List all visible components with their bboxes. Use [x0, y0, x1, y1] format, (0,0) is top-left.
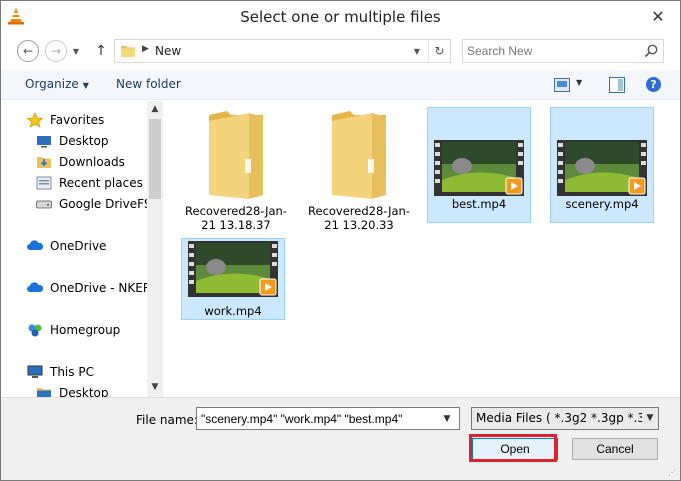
navigation-bar: ← → ▼ ↑ ▶ New ▼ ↻ [1, 34, 680, 68]
preview-pane-button[interactable] [609, 77, 625, 93]
file-item[interactable]: work.mp4 [181, 238, 285, 320]
folder-icon [121, 46, 135, 57]
refresh-button[interactable]: ↻ [428, 40, 450, 62]
file-list-view: Recovered28-Jan-21 13.18.37 Recovered28-… [164, 101, 680, 397]
scroll-thumb[interactable] [149, 119, 161, 199]
chevron-down-icon: ▼ [151, 382, 159, 392]
folder-icon [332, 111, 386, 199]
scroll-up-button[interactable]: ▲ [147, 101, 163, 117]
sidebar-item-recent-places[interactable]: Recent places [35, 173, 143, 193]
file-name: work.mp4 [204, 304, 262, 318]
file-name-label: File name: [136, 413, 198, 427]
sidebar-scrollbar[interactable]: ▲ ▼ [147, 101, 163, 397]
sidebar-item-desktop-pc[interactable]: Desktop [35, 383, 109, 397]
sidebar-item-onedrive-nker[interactable]: OneDrive - NKER [26, 278, 151, 298]
breadcrumb-separator-icon: ▶ [142, 44, 149, 54]
homegroup-icon [28, 324, 42, 337]
command-toolbar: Organize ▼ New folder ▼ ? [1, 70, 680, 100]
folder-icon [37, 388, 51, 397]
file-name: Recovered28-Jan-21 13.18.37 [185, 204, 287, 232]
search-box[interactable] [462, 39, 664, 63]
close-icon: ✕ [651, 6, 665, 26]
view-options-chevron-icon[interactable]: ▼ [576, 78, 582, 87]
sidebar-item-this-pc[interactable]: This PC [26, 362, 94, 382]
star-icon [26, 112, 44, 128]
window-title: Select one or multiple files [240, 8, 441, 26]
chevron-down-icon: ▼ [413, 46, 421, 56]
sidebar-item-favorites[interactable]: Favorites [26, 110, 104, 130]
organize-button[interactable]: Organize ▼ [25, 77, 89, 91]
address-bar[interactable]: ▶ New ▼ ↻ [114, 39, 451, 63]
up-button[interactable]: ↑ [93, 42, 109, 60]
close-button[interactable]: ✕ [646, 6, 670, 26]
navigation-pane: Favorites Desktop Downloads Recent place… [1, 101, 163, 397]
video-thumbnail-icon [188, 241, 278, 297]
forward-button[interactable]: → [45, 40, 67, 62]
back-arrow-icon: ← [22, 44, 34, 58]
chevron-down-icon: ▼ [72, 46, 80, 56]
refresh-icon: ↻ [434, 44, 445, 58]
folder-icon [209, 111, 263, 199]
desktop-icon [37, 136, 51, 148]
chevron-down-icon: ▼ [443, 413, 451, 424]
file-name: scenery.mp4 [565, 197, 639, 211]
sidebar-item-homegroup[interactable]: Homegroup [26, 320, 120, 340]
sidebar-item-desktop[interactable]: Desktop [35, 131, 109, 151]
file-item[interactable]: best.mp4 [427, 107, 531, 223]
recent-locations-button[interactable]: ▼ [70, 40, 82, 62]
cancel-button[interactable]: Cancel [572, 438, 658, 460]
sidebar-item-onedrive[interactable]: OneDrive [26, 236, 106, 256]
onedrive-icon [27, 282, 44, 292]
title-bar[interactable]: Select one or multiple files ✕ [1, 1, 680, 31]
dialog-footer: File name: ▼ Media Files ( *.3g2 *.3gp *… [1, 397, 680, 480]
recent-places-icon [36, 176, 52, 190]
chevron-down-icon: ▼ [642, 408, 658, 429]
help-icon: ? [650, 78, 657, 91]
file-item[interactable]: Recovered28-Jan-21 13.20.33 [307, 107, 411, 235]
video-thumbnail-icon [434, 140, 524, 196]
chevron-up-icon: ▲ [151, 104, 159, 114]
new-folder-button[interactable]: New folder [116, 77, 181, 91]
file-item[interactable]: Recovered28-Jan-21 13.18.37 [184, 107, 288, 235]
resize-grip-icon[interactable]: ⋰ [668, 468, 678, 478]
downloads-icon [37, 157, 51, 168]
computer-icon [27, 365, 43, 378]
open-button[interactable]: Open [472, 438, 558, 460]
up-arrow-icon: ↑ [95, 43, 107, 59]
file-name-input[interactable] [196, 407, 460, 430]
search-icon [644, 44, 658, 58]
sidebar-item-google-drivefs[interactable]: Google DriveFS [35, 194, 151, 214]
file-type-filter-value: Media Files ( *.3g2 *.3gp *.3gp2 [476, 411, 659, 425]
drive-icon [36, 200, 52, 209]
address-history-button[interactable]: ▼ [406, 40, 428, 62]
chevron-down-icon: ▼ [82, 81, 89, 90]
file-name: Recovered28-Jan-21 13.20.33 [308, 204, 410, 232]
help-button[interactable]: ? [646, 77, 661, 92]
file-name: best.mp4 [451, 197, 507, 211]
scroll-down-button[interactable]: ▼ [147, 379, 163, 395]
back-button[interactable]: ← [17, 40, 39, 62]
file-open-dialog: Select one or multiple files ✕ ← → ▼ ↑ ▶… [0, 0, 681, 481]
forward-arrow-icon: → [50, 44, 62, 58]
breadcrumb-current[interactable]: New [155, 44, 181, 58]
sidebar-item-downloads[interactable]: Downloads [35, 152, 125, 172]
onedrive-icon [27, 240, 44, 250]
change-view-icon[interactable] [554, 78, 570, 92]
preview-pane-icon [618, 79, 623, 91]
file-item[interactable]: scenery.mp4 [550, 107, 654, 223]
video-thumbnail-icon [557, 140, 647, 196]
search-input[interactable] [467, 43, 637, 59]
file-name-history-button[interactable]: ▼ [434, 407, 460, 430]
file-type-filter[interactable]: Media Files ( *.3g2 *.3gp *.3gp2 ▼ [471, 407, 659, 430]
